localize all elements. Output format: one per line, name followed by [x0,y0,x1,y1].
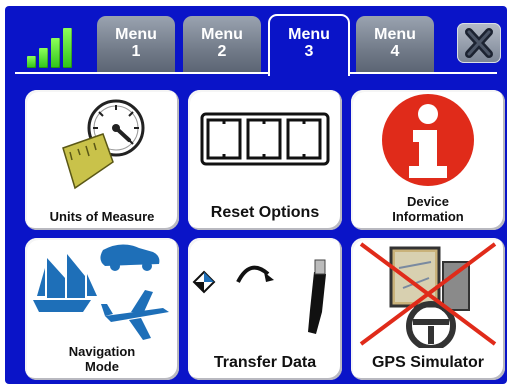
device-information-tile[interactable]: Device Information [351,90,505,230]
tab-menu-1-label: Menu 1 [115,26,157,60]
device-information-label: Device Information [392,194,464,224]
tab-menu-2[interactable]: Menu 2 [183,16,261,72]
close-button[interactable] [457,23,501,63]
gps-simulator-disabled-icon [359,242,497,348]
reset-options-label: Reset Options [210,204,320,221]
info-icon [382,94,474,186]
tab-menu-2-label: Menu 2 [201,26,243,60]
reset-options-tile[interactable]: Reset Options [188,90,342,230]
tab-menu-3-label: Menu 3 [288,26,330,60]
navigation-mode-tile[interactable]: Navigation Mode [25,238,179,380]
signal-strength-icon [27,24,83,68]
gps-simulator-tile[interactable]: GPS Simulator [351,238,505,380]
transfer-data-label: Transfer Data [213,354,317,371]
digital-counter-icon [200,112,330,166]
tab-menu-3[interactable]: Menu 3 [268,14,350,76]
tab-divider [15,72,497,74]
close-icon [465,28,493,58]
units-of-measure-label: Units of Measure [49,209,155,224]
gauge-ruler-icon [62,99,145,190]
device-screen: Menu 1 Menu 2 Menu 3 Menu 4 Units of Mea… [5,6,507,384]
navigation-mode-label: Navigation Mode [68,344,136,374]
tab-menu-4[interactable]: Menu 4 [356,16,434,72]
transfer-data-tile[interactable]: Transfer Data [188,238,342,380]
tab-menu-4-label: Menu 4 [374,26,416,60]
usb-transfer-icon [192,259,326,334]
tab-menu-1[interactable]: Menu 1 [97,16,175,72]
gps-simulator-label: GPS Simulator [371,354,485,371]
units-of-measure-tile[interactable]: Units of Measure [25,90,179,230]
vehicles-icon [33,244,169,340]
